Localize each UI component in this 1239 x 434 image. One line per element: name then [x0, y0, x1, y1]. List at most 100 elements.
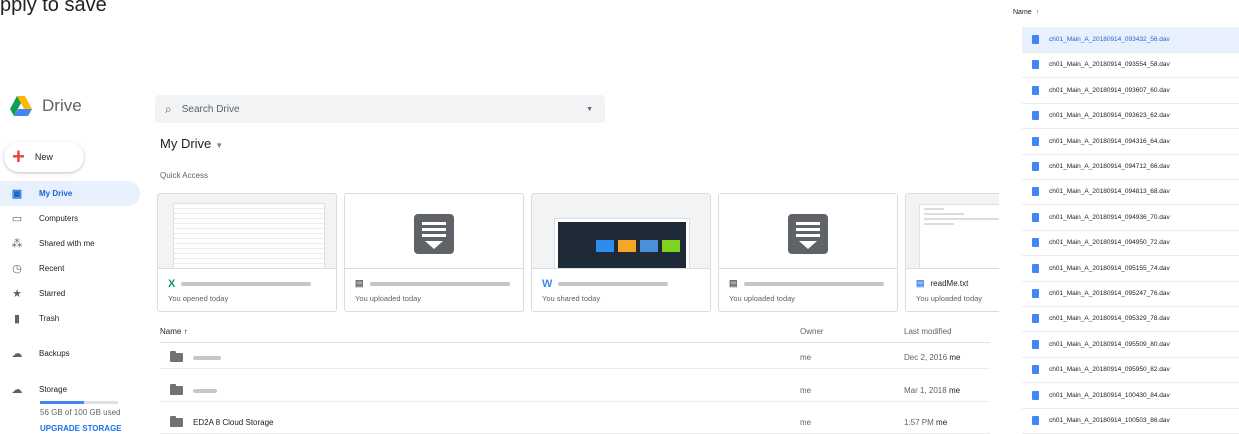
search-options-icon[interactable]: ▼	[586, 106, 593, 113]
modified-date: Dec 2, 2016	[904, 353, 948, 362]
table-row[interactable]: me Dec 2, 2016 me	[160, 346, 990, 369]
sidebar-item-starred[interactable]: ★ Starred	[0, 281, 140, 306]
list-item[interactable]: ch01_Main_A_20180914_100503_86.dav	[1022, 408, 1239, 434]
file-name: ch01_Main_A_20180914_095155_74.dav	[1049, 264, 1170, 272]
file-name: ch01_Main_A_20180914_095509_80.dav	[1049, 340, 1170, 348]
card-filename-redacted	[369, 281, 510, 286]
sidebar-item-trash[interactable]: ▮ Trash	[0, 306, 140, 331]
overlay-text: pply to save	[0, 0, 107, 16]
file-thumbnail	[532, 194, 710, 269]
new-button[interactable]: + New	[4, 142, 84, 172]
list-item[interactable]: ch01_Main_A_20180914_093623_62.dav	[1022, 103, 1239, 130]
list-item[interactable]: ch01_Main_A_20180914_095509_80.dav	[1022, 332, 1239, 358]
file-icon: ▤	[355, 278, 364, 288]
file-name: ch01_Main_A_20180914_095950_82.dav	[1049, 366, 1170, 374]
file-name: ch01_Main_A_20180914_093607_60.dav	[1049, 86, 1170, 94]
sidebar-item-label: Computers	[39, 214, 79, 223]
sidebar-item-my-drive[interactable]: ▣ My Drive	[0, 181, 140, 206]
sidebar-item-label: My Drive	[39, 189, 73, 198]
list-item[interactable]: ch01_Main_A_20180914_095155_74.dav	[1022, 256, 1239, 282]
list-item[interactable]: ch01_Main_A_20180914_094950_72.dav	[1022, 230, 1239, 257]
file-name: ch01_Main_A_20180914_095247_76.dav	[1049, 290, 1170, 297]
owner-cell: me	[800, 386, 812, 395]
name-column-header[interactable]: Name ↑	[160, 327, 188, 336]
modified-date: 1:57 PM	[904, 418, 934, 427]
sidebar-item-shared-with-me[interactable]: ⁂ Shared with me	[0, 231, 140, 256]
document-icon	[1032, 212, 1039, 222]
folder-name-redacted	[193, 356, 221, 360]
card-subtitle: You opened today	[168, 294, 229, 303]
computer-icon: ▭	[11, 213, 23, 225]
table-row[interactable]: ED2A 8 Cloud Storage me 1:57 PM me	[160, 411, 990, 434]
card-filename-redacted	[558, 282, 669, 286]
last-modified-column-header[interactable]: Last modified	[904, 327, 952, 336]
sidebar-item-storage[interactable]: ☁ Storage	[0, 377, 140, 402]
card-subtitle: You uploaded today	[729, 294, 796, 303]
search-bar[interactable]: ⌕ Search Drive ▼	[155, 95, 605, 123]
sort-arrow-icon: ↑	[1035, 9, 1040, 16]
list-item[interactable]: ch01_Main_A_20180914_094813_68.dav	[1022, 179, 1239, 206]
modified-by: me	[936, 418, 948, 427]
card-subtitle: You uploaded today	[355, 294, 422, 303]
list-item[interactable]: ch01_Main_A_20180914_094712_66.dav	[1022, 154, 1239, 180]
cloud-icon: ☁	[11, 348, 23, 360]
document-icon	[1032, 263, 1039, 273]
table-row[interactable]: me Mar 1, 2018 me	[160, 379, 990, 402]
list-item[interactable]: ch01_Main_A_20180914_093432_56.dav	[1022, 27, 1239, 53]
search-icon: ⌕	[165, 101, 172, 116]
file-name: ch01_Main_A_20180914_100503_86.dav	[1049, 417, 1170, 424]
folder-icon	[170, 416, 183, 427]
breadcrumb[interactable]: My Drive ▼	[160, 136, 223, 151]
document-icon	[1032, 238, 1039, 248]
quick-access-card[interactable]: ▤ You uploaded today	[718, 193, 898, 312]
document-icon	[1032, 162, 1039, 171]
file-name: ch01_Main_A_20180914_095329_78.dav	[1049, 315, 1170, 323]
drive-logo[interactable]: Drive	[10, 96, 82, 116]
quick-access-card[interactable]: X You opened today	[157, 193, 337, 312]
right-panel-name-header[interactable]: Name ↑	[1013, 9, 1039, 16]
sidebar-item-computers[interactable]: ▭ Computers	[0, 206, 140, 231]
search-input[interactable]: Search Drive	[182, 104, 240, 115]
document-icon	[1032, 314, 1039, 324]
document-icon	[1032, 136, 1039, 146]
modified-by: me	[949, 353, 961, 362]
list-item[interactable]: ch01_Main_A_20180914_093607_60.dav	[1022, 78, 1239, 104]
app-name: Drive	[42, 96, 82, 115]
folder-icon	[170, 384, 183, 395]
plus-icon: +	[12, 144, 25, 169]
people-icon: ⁂	[11, 238, 23, 250]
file-thumbnail	[719, 194, 897, 269]
sidebar-item-backups[interactable]: ☁ Backups	[0, 341, 140, 366]
upgrade-storage-link[interactable]: UPGRADE STORAGE	[40, 424, 122, 433]
owner-cell: me	[800, 418, 812, 427]
quick-access-card[interactable]: ▤ readMe.txt You uploaded today	[905, 193, 999, 312]
list-item[interactable]: ch01_Main_A_20180914_094316_64.dav	[1022, 129, 1239, 155]
file-thumbnail	[158, 194, 336, 269]
sidebar-item-recent[interactable]: ◷ Recent	[0, 256, 140, 281]
quick-access-card[interactable]: ▤ You uploaded today	[344, 193, 524, 312]
file-list-header: Name ↑ Owner Last modified	[160, 322, 990, 343]
document-icon	[1032, 111, 1039, 121]
drive-triangle-icon	[10, 96, 32, 116]
card-filename: readMe.txt	[930, 279, 969, 288]
document-icon	[1032, 416, 1039, 425]
file-name: ch01_Main_A_20180914_094950_72.dav	[1049, 239, 1170, 247]
list-item[interactable]: ch01_Main_A_20180914_095950_82.dav	[1022, 357, 1239, 384]
list-item[interactable]: ch01_Main_A_20180914_094936_70.dav	[1022, 205, 1239, 231]
list-item[interactable]: ch01_Main_A_20180914_095247_76.dav	[1022, 281, 1239, 307]
card-filename-redacted	[743, 281, 884, 286]
sidebar-item-label: Shared with me	[39, 239, 95, 248]
quick-access-card[interactable]: W You shared today	[531, 193, 711, 312]
file-thumbnail	[345, 194, 523, 269]
file-name: ch01_Main_A_20180914_094712_66.dav	[1049, 163, 1170, 170]
storage-progress-fill	[40, 401, 84, 404]
list-item[interactable]: ch01_Main_A_20180914_100430_84.dav	[1022, 383, 1239, 409]
file-name: ch01_Main_A_20180914_094813_68.dav	[1049, 188, 1170, 196]
document-icon	[1032, 390, 1039, 400]
list-item[interactable]: ch01_Main_A_20180914_093554_58.dav	[1022, 52, 1239, 79]
sidebar-item-label: Storage	[39, 385, 68, 394]
list-item[interactable]: ch01_Main_A_20180914_095329_78.dav	[1022, 306, 1239, 333]
download-file-icon	[414, 214, 454, 254]
document-icon	[1032, 365, 1039, 375]
page-title: My Drive	[160, 136, 212, 151]
